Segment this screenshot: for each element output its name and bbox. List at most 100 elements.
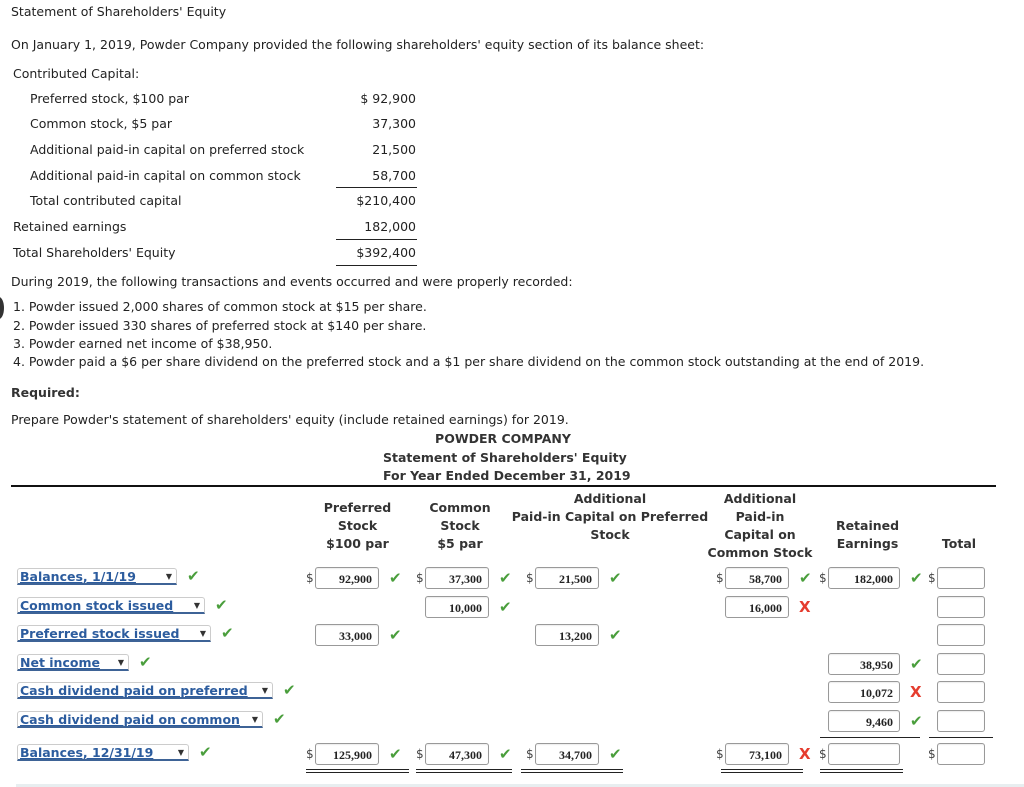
currency-symbol: $: [716, 747, 724, 761]
header-line: Stock: [337, 518, 378, 533]
double-underline: [306, 769, 409, 773]
check-icon: ✔: [910, 712, 923, 730]
row-label-dropdown[interactable]: Net income ▼: [17, 654, 129, 671]
bs-label: Total Shareholders' Equity: [13, 245, 176, 260]
check-icon: ✔: [389, 569, 402, 587]
row-label-dropdown[interactable]: Cash dividend paid on common ▼: [17, 711, 263, 728]
dropdown-value: Preferred stock issued: [20, 626, 180, 641]
double-underline: [721, 769, 803, 773]
column-header-preferred-stock: Preferred Stock $100 par: [310, 499, 405, 553]
amount-input[interactable]: 9,460: [828, 710, 900, 732]
currency-symbol: $: [306, 571, 314, 585]
currency-symbol: $: [928, 571, 936, 585]
amount-input[interactable]: 73,100: [725, 743, 789, 765]
amount-input[interactable]: 21,500: [535, 567, 599, 589]
amount-input[interactable]: [937, 653, 985, 675]
check-icon: ✔: [273, 710, 286, 728]
amount-input[interactable]: 125,900: [315, 743, 379, 765]
amount-input[interactable]: 10,000: [425, 596, 489, 618]
header-line: $5 par: [437, 536, 483, 551]
bs-amount: $ 92,900: [360, 91, 416, 106]
header-line: Earnings: [836, 536, 899, 551]
x-icon: X: [910, 683, 922, 701]
chevron-down-icon: ▼: [251, 715, 258, 724]
dropdown-value: Balances, 1/1/19: [20, 569, 136, 584]
currency-symbol: $: [716, 571, 724, 585]
statement-top-rule: [11, 485, 996, 487]
header-line: Common Stock: [707, 545, 813, 560]
amount-input[interactable]: [937, 596, 985, 618]
amount-input[interactable]: [937, 567, 985, 589]
bs-heading: Contributed Capital:: [13, 66, 140, 81]
bs-amount: 182,000: [364, 219, 416, 234]
transaction-item: 2. Powder issued 330 shares of preferred…: [13, 318, 427, 333]
header-line: $100 par: [326, 536, 389, 551]
bs-amount: $392,400: [356, 245, 416, 260]
currency-symbol: $: [526, 571, 534, 585]
amount-input[interactable]: 38,950: [828, 653, 900, 675]
subtotal-line: [336, 239, 417, 240]
header-line: Paid-in Capital on Preferred: [511, 509, 709, 524]
chevron-down-icon: ▼: [165, 572, 172, 581]
x-icon: X: [799, 598, 811, 616]
currency-symbol: $: [819, 571, 827, 585]
transaction-item: 1. Powder issued 2,000 shares of common …: [13, 299, 427, 314]
column-header-total: Total: [930, 535, 988, 553]
header-line: Stock: [440, 518, 480, 533]
dropdown-value: Balances, 12/31/19: [20, 745, 154, 760]
statement-period: For Year Ended December 31, 2019: [383, 468, 631, 483]
amount-input[interactable]: [937, 681, 985, 703]
amount-input[interactable]: [937, 743, 985, 765]
row-label-dropdown[interactable]: Balances, 1/1/19 ▼: [17, 568, 177, 585]
check-icon: ✔: [187, 567, 200, 585]
header-line: Preferred: [323, 500, 392, 515]
bs-amount: 37,300: [372, 116, 416, 131]
check-icon: ✔: [389, 626, 402, 644]
bs-amount: 21,500: [372, 142, 416, 157]
statement-company: POWDER COMPANY: [435, 431, 571, 446]
amount-input[interactable]: [828, 743, 900, 765]
currency-symbol: $: [416, 747, 424, 761]
double-underline: [416, 769, 512, 773]
row-label-dropdown[interactable]: Cash dividend paid on preferred ▼: [17, 682, 273, 699]
amount-input[interactable]: 34,700: [535, 743, 599, 765]
dropdown-value: Cash dividend paid on preferred: [20, 683, 248, 698]
header-line: Retained: [835, 518, 900, 533]
amount-input[interactable]: 47,300: [425, 743, 489, 765]
column-header-retained-earnings: Retained Earnings: [825, 517, 910, 553]
statement-title: Statement of Shareholders' Equity: [383, 450, 627, 465]
chevron-down-icon: ▼: [177, 748, 184, 757]
row-label-dropdown[interactable]: Preferred stock issued ▼: [17, 625, 211, 642]
row-label-dropdown[interactable]: Common stock issued ▼: [17, 597, 205, 614]
chevron-down-icon: ▼: [193, 601, 200, 610]
amount-input[interactable]: 92,900: [315, 567, 379, 589]
header-line: Paid-in: [735, 509, 785, 524]
check-icon: ✔: [389, 745, 402, 763]
total-line: [336, 265, 417, 266]
amount-input[interactable]: [937, 624, 985, 646]
dropdown-value: Net income: [20, 655, 100, 670]
column-header-common-stock: Common Stock $5 par: [420, 499, 500, 553]
amount-input[interactable]: 16,000: [725, 596, 789, 618]
dropdown-value: Common stock issued: [20, 598, 174, 613]
bs-amount: 58,700: [372, 168, 416, 183]
amount-input[interactable]: 37,300: [425, 567, 489, 589]
header-line: Additional: [573, 491, 647, 506]
intro-text: On January 1, 2019, Powder Company provi…: [11, 37, 705, 52]
chevron-down-icon: ▼: [261, 686, 268, 695]
check-icon: ✔: [609, 745, 622, 763]
header-line: Capital on: [724, 527, 796, 542]
amount-input[interactable]: 58,700: [725, 567, 789, 589]
amount-input[interactable]: 10,072: [828, 681, 900, 703]
amount-input[interactable]: [937, 710, 985, 732]
check-icon: ✔: [499, 598, 512, 616]
amount-input[interactable]: 33,000: [315, 624, 379, 646]
double-underline: [521, 769, 623, 773]
currency-symbol: $: [416, 571, 424, 585]
row-label-dropdown[interactable]: Balances, 12/31/19 ▼: [17, 744, 189, 761]
currency-symbol: $: [928, 747, 936, 761]
x-icon: X: [799, 745, 811, 763]
check-icon: ✔: [609, 626, 622, 644]
amount-input[interactable]: 13,200: [535, 624, 599, 646]
amount-input[interactable]: 182,000: [828, 567, 900, 589]
